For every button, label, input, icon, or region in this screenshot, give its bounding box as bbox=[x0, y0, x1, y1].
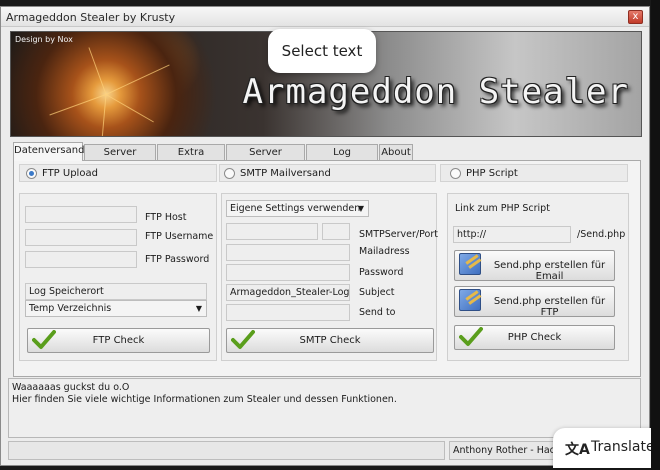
ftp-upload-radio[interactable] bbox=[26, 168, 37, 179]
edit-document-icon bbox=[459, 253, 481, 275]
edit-document-icon bbox=[459, 289, 481, 311]
temp-dir-select[interactable]: Temp Verzeichnis ▼ bbox=[25, 300, 207, 317]
php-option[interactable]: PHP Script bbox=[440, 164, 628, 182]
select-text-popup[interactable]: Select text bbox=[268, 29, 376, 73]
smtp-option[interactable]: SMTP Mailversand bbox=[219, 164, 436, 182]
smtp-mailaddress-label: Mailadress bbox=[359, 246, 410, 257]
translate-icon: 文A bbox=[565, 442, 590, 458]
smtp-subject-input[interactable]: Armageddon_Stealer-Logs bbox=[226, 284, 350, 301]
ftp-check-button[interactable]: FTP Check bbox=[27, 328, 210, 353]
smtp-server-input[interactable] bbox=[226, 223, 318, 240]
php-email-label: Send.php erstellen für Email bbox=[493, 260, 606, 282]
ftp-group: FTP Host FTP Username FTP Password Log S… bbox=[19, 193, 217, 361]
smtp-settings-select[interactable]: Eigene Settings verwenden ▼ bbox=[226, 200, 369, 217]
smtp-check-button[interactable]: SMTP Check bbox=[226, 328, 434, 353]
translate-label: Translate bbox=[591, 439, 655, 455]
banner-crack bbox=[101, 94, 107, 136]
php-radio[interactable] bbox=[450, 168, 461, 179]
php-ftp-label: Send.php erstellen für FTP bbox=[493, 296, 606, 318]
log-output[interactable]: Waaaaaas guckst du o.O Hier finden Sie v… bbox=[8, 378, 641, 438]
datenversand-panel: FTP Upload SMTP Mailversand PHP Script F… bbox=[13, 160, 641, 377]
smtp-server-port-label: SMTPServer/Port bbox=[359, 229, 438, 240]
banner-logo-text: Armageddon Stealer bbox=[242, 72, 629, 112]
banner-crack bbox=[88, 47, 107, 95]
banner-crack bbox=[105, 94, 154, 123]
ftp-host-input[interactable] bbox=[25, 206, 137, 223]
ftp-host-label: FTP Host bbox=[145, 212, 187, 223]
banner-credit: Design by Nox bbox=[15, 35, 73, 44]
title-bar[interactable]: Armageddon Stealer by Krusty x bbox=[1, 7, 649, 27]
smtp-password-label: Password bbox=[359, 267, 404, 278]
smtp-label: SMTP Mailversand bbox=[240, 168, 331, 179]
smtp-subject-label: Subject bbox=[359, 287, 395, 298]
temp-dir-value: Temp Verzeichnis bbox=[29, 303, 112, 314]
chevron-down-icon: ▼ bbox=[195, 304, 202, 313]
screen-edge bbox=[651, 0, 660, 470]
status-bar: Anthony Rother - Hacke bbox=[8, 441, 641, 461]
tab-log-decrypting[interactable]: Log decrypting bbox=[306, 144, 378, 173]
php-email-button[interactable]: Send.php erstellen für Email bbox=[454, 250, 615, 282]
banner-crack bbox=[49, 94, 107, 116]
php-group: Link zum PHP Script http:// /Send.php Se… bbox=[447, 193, 629, 361]
tab-server-settings[interactable]: Server Settings bbox=[84, 144, 156, 173]
php-ftp-button[interactable]: Send.php erstellen für FTP bbox=[454, 286, 615, 318]
php-check-button[interactable]: PHP Check bbox=[454, 325, 615, 350]
log-location-input[interactable]: Log Speicherort bbox=[25, 283, 207, 300]
banner-crack bbox=[105, 64, 170, 95]
smtp-sendto-input[interactable] bbox=[226, 304, 350, 321]
close-icon[interactable]: x bbox=[628, 10, 643, 24]
php-link-label: Link zum PHP Script bbox=[455, 203, 550, 214]
php-url-input[interactable]: http:// bbox=[453, 226, 571, 243]
ftp-username-input[interactable] bbox=[25, 229, 137, 246]
tab-server-erstellen[interactable]: Server erstellen bbox=[226, 144, 305, 173]
smtp-sendto-label: Send to bbox=[359, 307, 396, 318]
status-field-main bbox=[8, 441, 445, 460]
ftp-check-label: FTP Check bbox=[92, 335, 145, 346]
tab-extra-settings[interactable]: Extra Settings bbox=[157, 144, 225, 173]
log-line: Hier finden Sie viele wichtige Informati… bbox=[12, 394, 397, 405]
php-check-label: PHP Check bbox=[507, 332, 562, 343]
translate-button[interactable]: 文A Translate bbox=[553, 428, 660, 468]
status-author: Anthony Rother - Hacke bbox=[449, 441, 557, 460]
main-window: Armageddon Stealer by Krusty x Design by… bbox=[0, 6, 650, 466]
smtp-password-input[interactable] bbox=[226, 264, 350, 281]
tab-datenversand[interactable]: Datenversand bbox=[13, 142, 84, 161]
ftp-password-label: FTP Password bbox=[145, 254, 210, 265]
php-url-suffix: /Send.php bbox=[577, 229, 626, 240]
smtp-group: Eigene Settings verwenden ▼ SMTPServer/P… bbox=[221, 193, 438, 361]
window-title: Armageddon Stealer by Krusty bbox=[6, 11, 176, 24]
smtp-mailaddress-input[interactable] bbox=[226, 244, 350, 261]
smtp-radio[interactable] bbox=[224, 168, 235, 179]
php-label: PHP Script bbox=[466, 168, 518, 179]
ftp-upload-option[interactable]: FTP Upload bbox=[19, 164, 217, 182]
smtp-port-input[interactable] bbox=[322, 223, 350, 240]
ftp-password-input[interactable] bbox=[25, 251, 137, 268]
smtp-settings-value: Eigene Settings verwenden bbox=[230, 203, 361, 214]
ftp-username-label: FTP Username bbox=[145, 231, 214, 242]
log-line: Waaaaaas guckst du o.O bbox=[12, 382, 130, 393]
ftp-upload-label: FTP Upload bbox=[42, 168, 98, 179]
smtp-check-label: SMTP Check bbox=[299, 335, 361, 346]
tab-about[interactable]: About bbox=[379, 144, 413, 160]
chevron-down-icon: ▼ bbox=[357, 204, 364, 213]
